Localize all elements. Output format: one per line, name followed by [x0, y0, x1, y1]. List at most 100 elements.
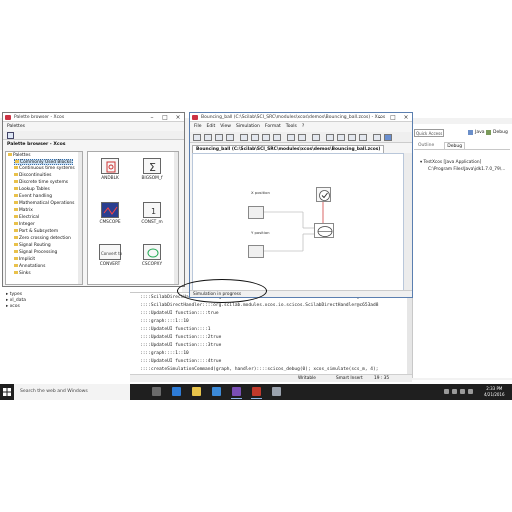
paste-icon[interactable]	[262, 134, 270, 141]
palette-category[interactable]: Sinks	[14, 271, 31, 277]
block-cmscope[interactable]: CMSCOPE	[90, 202, 130, 225]
console-view[interactable]: ::::ScilabDirectHandler::::org.scilab.mo…	[130, 292, 412, 374]
menu-simulation[interactable]: Simulation	[236, 123, 260, 131]
palette-category[interactable]: Event handling	[14, 194, 52, 200]
tree-item-xcos[interactable]: ▸ xcos	[6, 304, 20, 309]
perspective-java[interactable]: Java	[468, 130, 485, 135]
start-button[interactable]	[0, 384, 14, 400]
taskbar-search-input[interactable]: Search the web and Windows	[14, 384, 130, 400]
menu-format[interactable]: Format	[265, 123, 281, 131]
network-icon[interactable]	[452, 389, 457, 394]
folder-icon	[14, 180, 18, 183]
palette-browser-window[interactable]: Palette browser - Xcos – □ × Palettes Pa…	[2, 112, 185, 287]
save-icon[interactable]	[215, 134, 223, 141]
help-icon[interactable]	[384, 134, 392, 141]
minimize-icon[interactable]: –	[374, 113, 386, 122]
undo-icon[interactable]	[287, 134, 295, 141]
block-bigsom[interactable]: Σ BIGSOM_f	[132, 158, 172, 181]
palette-tree[interactable]: Palettes Commonly Used Blocks Continuous…	[5, 151, 83, 285]
redo-icon[interactable]	[298, 134, 306, 141]
palette-category[interactable]: Lookup Tables	[14, 187, 50, 193]
zoom-in-icon[interactable]	[348, 134, 356, 141]
edge-icon[interactable]	[172, 387, 181, 396]
menu-help[interactable]: ?	[302, 123, 304, 131]
block-andblk[interactable]: ANDBLK	[90, 158, 130, 181]
maximize-icon[interactable]: □	[159, 113, 171, 122]
palette-block-grid[interactable]: ANDBLK Σ BIGSOM_f CMSCOPE 1 CONST_m Conv…	[87, 151, 179, 285]
status-insert-mode: Smart Insert	[336, 376, 363, 381]
palette-category[interactable]: Zero crossing detection	[14, 236, 71, 242]
palette-category[interactable]: Discrete time systems	[14, 180, 68, 186]
palette-titlebar[interactable]: Palette browser - Xcos – □ ×	[3, 113, 184, 122]
palette-category[interactable]: Integer	[14, 222, 35, 228]
close-icon[interactable]: ×	[400, 113, 412, 122]
taskbar-clock[interactable]: 2:33 PM 4/21/2016	[484, 386, 505, 397]
palette-blocks-scrollbar[interactable]	[174, 152, 178, 284]
block-const-m[interactable]: 1 CONST_m	[132, 202, 172, 225]
menu-edit[interactable]: Edit	[207, 123, 216, 131]
perspective-debug[interactable]: Debug	[486, 130, 508, 135]
palette-category[interactable]: Annotations	[14, 264, 45, 270]
console-scrollbar[interactable]	[407, 292, 412, 374]
zoom-out-icon[interactable]	[359, 134, 367, 141]
debug-launch-item[interactable]: ▾ TestXcos [Java Application]	[420, 160, 481, 165]
cut-icon[interactable]	[240, 134, 248, 141]
palette-category-selected[interactable]: Commonly Used Blocks	[14, 159, 73, 165]
diagram-tab[interactable]: Bouncing_ball (C:\Scilab\SCI_SRC\modules…	[192, 145, 385, 153]
palette-category[interactable]: Continuous time systems	[14, 166, 75, 172]
minimize-icon[interactable]: –	[146, 113, 158, 122]
menu-palettes[interactable]: Palettes	[7, 124, 25, 129]
task-view-icon[interactable]	[152, 387, 161, 396]
notification-icon[interactable]	[468, 389, 473, 394]
xcos-app-icon	[5, 115, 11, 120]
tab-outline[interactable]: Outline	[418, 142, 434, 149]
quick-access-input[interactable]: Quick Access	[414, 129, 444, 137]
tree-item-xl-data[interactable]: ▸ xl_data	[6, 298, 26, 303]
store-icon[interactable]	[212, 387, 221, 396]
palette-category[interactable]: Matrix	[14, 208, 33, 214]
constant-icon: 1	[143, 202, 161, 218]
block-cscopxy[interactable]: CSCOPXY	[132, 244, 172, 267]
tab-debug[interactable]: Debug	[444, 142, 466, 149]
scope-icon	[101, 202, 119, 218]
eclipse-icon[interactable]	[231, 387, 242, 399]
copy-icon[interactable]	[251, 134, 259, 141]
palette-category[interactable]: Electrical	[14, 215, 39, 221]
volume-icon[interactable]	[460, 389, 465, 394]
close-icon[interactable]: ×	[172, 113, 184, 122]
delete-icon[interactable]	[273, 134, 281, 141]
menu-file[interactable]: File	[194, 123, 202, 131]
new-diagram-icon[interactable]	[193, 134, 201, 141]
folder-icon	[14, 243, 18, 246]
maximize-icon[interactable]: □	[387, 113, 399, 122]
diagram-canvas[interactable]: X position Y position	[192, 153, 404, 292]
fit-diagram-icon[interactable]	[312, 134, 320, 141]
print-icon[interactable]	[226, 134, 234, 141]
menu-tools[interactable]: Tools	[286, 123, 297, 131]
scilab-icon[interactable]	[251, 387, 262, 399]
palette-category[interactable]: Discontinuities	[14, 173, 51, 179]
file-explorer-icon[interactable]	[192, 387, 201, 396]
xcos-diagram-window[interactable]: Bouncing_ball (C:\Scilab\SCI_SRC\modules…	[189, 112, 413, 298]
stop-simulation-icon[interactable]	[337, 134, 345, 141]
palette-category[interactable]: Signal Routing	[14, 243, 51, 249]
convert-icon: Convert to	[99, 244, 123, 260]
palette-category[interactable]: Port & Subsystem	[14, 229, 58, 235]
tree-item-types[interactable]: ▸ types	[6, 292, 22, 297]
viewport-icon[interactable]	[373, 134, 381, 141]
open-icon[interactable]	[204, 134, 212, 141]
palette-tree-scrollbar[interactable]	[78, 152, 82, 284]
xcos-toolbar	[190, 132, 412, 143]
debug-process-item[interactable]: C:\Program Files\Java\jdk1.7.0_79\...	[428, 167, 505, 172]
tray-chevron-icon[interactable]	[444, 389, 449, 394]
menu-view[interactable]: View	[220, 123, 231, 131]
palette-category[interactable]: Implicit	[14, 257, 35, 263]
palette-category[interactable]: Mathematical Operations	[14, 201, 74, 207]
palette-category[interactable]: Signal Processing	[14, 250, 57, 256]
block-convert[interactable]: Convert to CONVERT	[90, 244, 130, 267]
start-simulation-icon[interactable]	[326, 134, 334, 141]
xcos-titlebar[interactable]: Bouncing_ball (C:\Scilab\SCI_SRC\modules…	[190, 113, 412, 122]
app-icon[interactable]	[272, 387, 281, 396]
diagram-scrollbar[interactable]	[404, 153, 412, 292]
load-palette-icon[interactable]	[7, 132, 14, 139]
